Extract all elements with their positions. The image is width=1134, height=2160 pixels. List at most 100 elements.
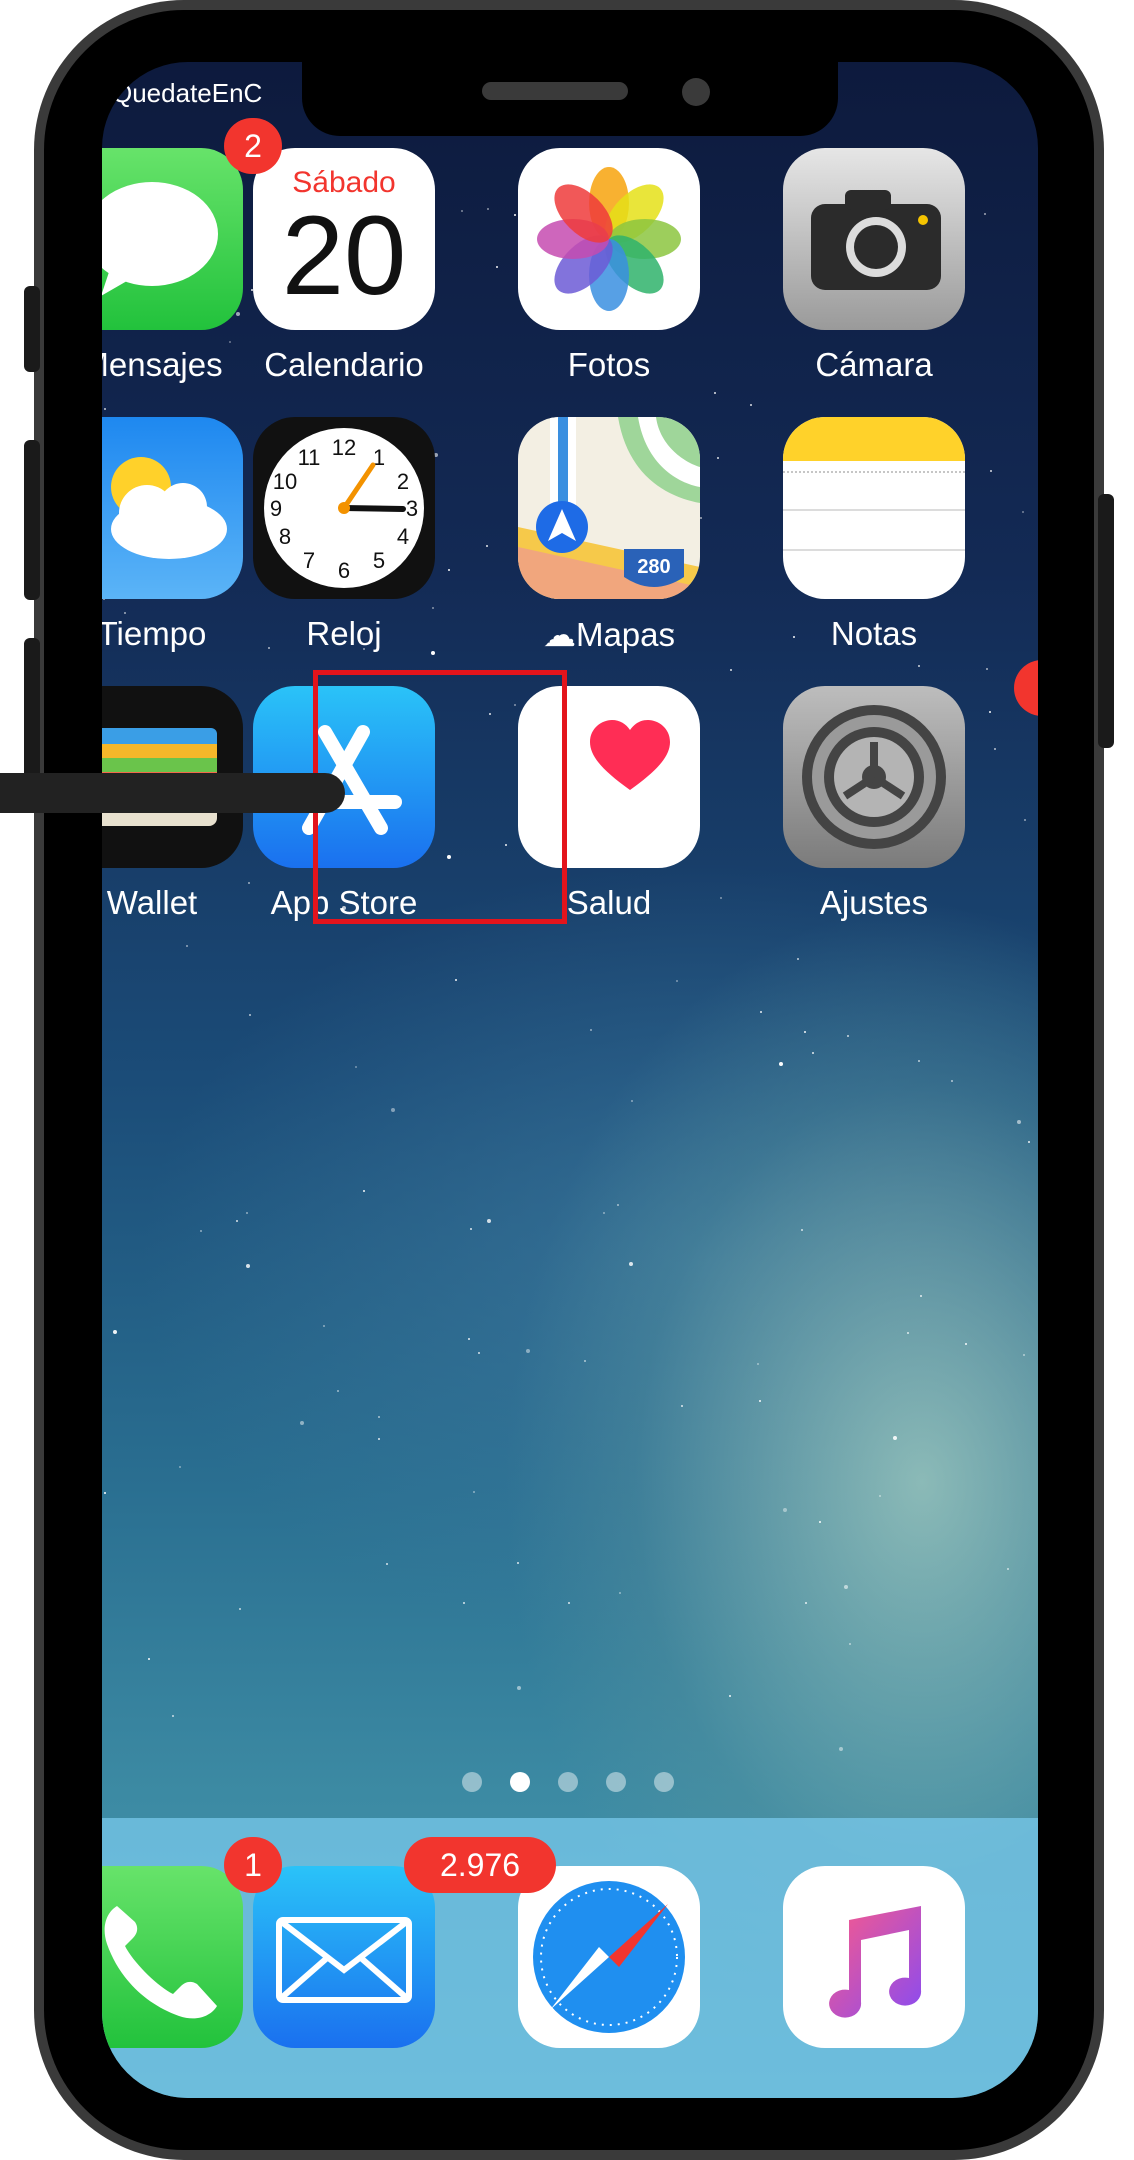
- page-dot: [558, 1772, 578, 1792]
- star: [714, 392, 716, 394]
- star: [246, 1264, 250, 1268]
- page-dot: [654, 1772, 674, 1792]
- badge-mensajes: 2: [224, 118, 282, 174]
- dock-phone[interactable]: [102, 1866, 249, 2098]
- star: [300, 1421, 304, 1425]
- dock-safari[interactable]: [506, 1866, 706, 2098]
- star: [363, 1190, 365, 1192]
- star: [470, 1228, 472, 1230]
- star: [603, 1212, 605, 1214]
- silent-switch: [24, 286, 40, 372]
- star: [757, 1363, 759, 1365]
- speaker-grille: [482, 82, 628, 100]
- app-label: ☁Mapas: [542, 616, 676, 653]
- star: [717, 457, 719, 459]
- star: [619, 1592, 621, 1594]
- page-dot: [606, 1772, 626, 1792]
- star: [805, 1602, 807, 1604]
- clock-numeral: 6: [338, 558, 350, 583]
- highlight-box: [313, 670, 567, 924]
- star: [879, 1495, 881, 1497]
- star: [378, 1416, 380, 1418]
- volume-up-button: [24, 440, 40, 600]
- star: [1024, 819, 1026, 821]
- home-screen: QuedateEnC Mensajes 2 Sábado 20 Calendar…: [102, 62, 1038, 2098]
- app-wallet[interactable]: Wallet: [102, 686, 249, 950]
- star: [1022, 511, 1024, 513]
- star: [148, 1658, 150, 1660]
- clock-numeral: 5: [373, 548, 385, 573]
- star: [239, 1608, 241, 1610]
- page-dot-current: [510, 1772, 530, 1792]
- music-icon: [783, 1866, 965, 2048]
- app-label: Fotos: [567, 346, 651, 383]
- notch: [302, 62, 838, 136]
- star: [1007, 1568, 1009, 1570]
- star: [847, 1035, 849, 1037]
- star: [172, 1715, 174, 1717]
- star: [631, 1100, 633, 1102]
- page-indicator[interactable]: [462, 1770, 712, 1794]
- camera-icon: [783, 148, 965, 330]
- star: [819, 1521, 821, 1523]
- star: [517, 1686, 521, 1690]
- app-label: Mensajes: [102, 346, 223, 383]
- weather-icon: [102, 417, 243, 599]
- settings-icon: [783, 686, 965, 868]
- star: [920, 1295, 922, 1297]
- dock-music[interactable]: [771, 1866, 971, 2098]
- app-tiempo[interactable]: Tiempo: [102, 417, 249, 681]
- mail-icon: [253, 1866, 435, 2048]
- star: [984, 213, 986, 215]
- star: [797, 958, 799, 960]
- app-reloj[interactable]: 12 1 2 3 4 5 6 7 8 9 10 11 Reloj: [241, 417, 441, 681]
- star: [801, 1229, 803, 1231]
- clock-numeral: 7: [303, 548, 315, 573]
- app-fotos[interactable]: Fotos: [506, 148, 706, 412]
- app-mensajes[interactable]: Mensajes: [102, 148, 249, 412]
- star: [965, 1343, 967, 1345]
- star: [989, 711, 991, 713]
- star: [448, 569, 450, 571]
- star: [109, 92, 111, 94]
- clock-numeral: 2: [397, 469, 409, 494]
- star: [750, 404, 752, 406]
- star: [994, 748, 996, 750]
- star: [849, 1643, 851, 1645]
- star: [517, 1562, 519, 1564]
- star: [455, 979, 457, 981]
- clock-numeral: 3: [406, 496, 418, 521]
- star: [629, 1262, 633, 1266]
- star: [463, 1602, 465, 1604]
- star: [1017, 1120, 1021, 1124]
- star: [386, 1563, 388, 1565]
- star: [200, 1230, 202, 1232]
- star: [104, 1492, 106, 1494]
- star: [486, 545, 488, 547]
- app-label: Cámara: [815, 346, 933, 383]
- star: [844, 1585, 848, 1589]
- star: [391, 1108, 395, 1112]
- app-mapas[interactable]: 280 ☁Mapas: [506, 417, 706, 681]
- star: [236, 1220, 238, 1222]
- badge-telefono: 1: [224, 1837, 282, 1893]
- star: [487, 1219, 491, 1223]
- app-label: Tiempo: [102, 615, 207, 652]
- star: [590, 1029, 592, 1031]
- star: [1028, 1141, 1030, 1143]
- clock-numeral: 8: [279, 524, 291, 549]
- star: [468, 1338, 470, 1340]
- notes-icon: [783, 417, 965, 599]
- app-notas[interactable]: Notas: [771, 417, 971, 681]
- app-calendario[interactable]: Sábado 20 Calendario: [241, 148, 441, 412]
- highway-shield-number: 280: [637, 556, 670, 578]
- calendar-icon: Sábado 20: [253, 148, 435, 330]
- app-ajustes[interactable]: Ajustes: [771, 686, 971, 950]
- calendar-day: 20: [281, 193, 407, 318]
- badge-mail: 2.976: [404, 1837, 556, 1893]
- star: [760, 1011, 762, 1013]
- dock-mail[interactable]: [241, 1866, 441, 2098]
- star: [355, 1066, 357, 1068]
- star: [783, 1508, 787, 1512]
- app-camara[interactable]: Cámara: [771, 148, 971, 412]
